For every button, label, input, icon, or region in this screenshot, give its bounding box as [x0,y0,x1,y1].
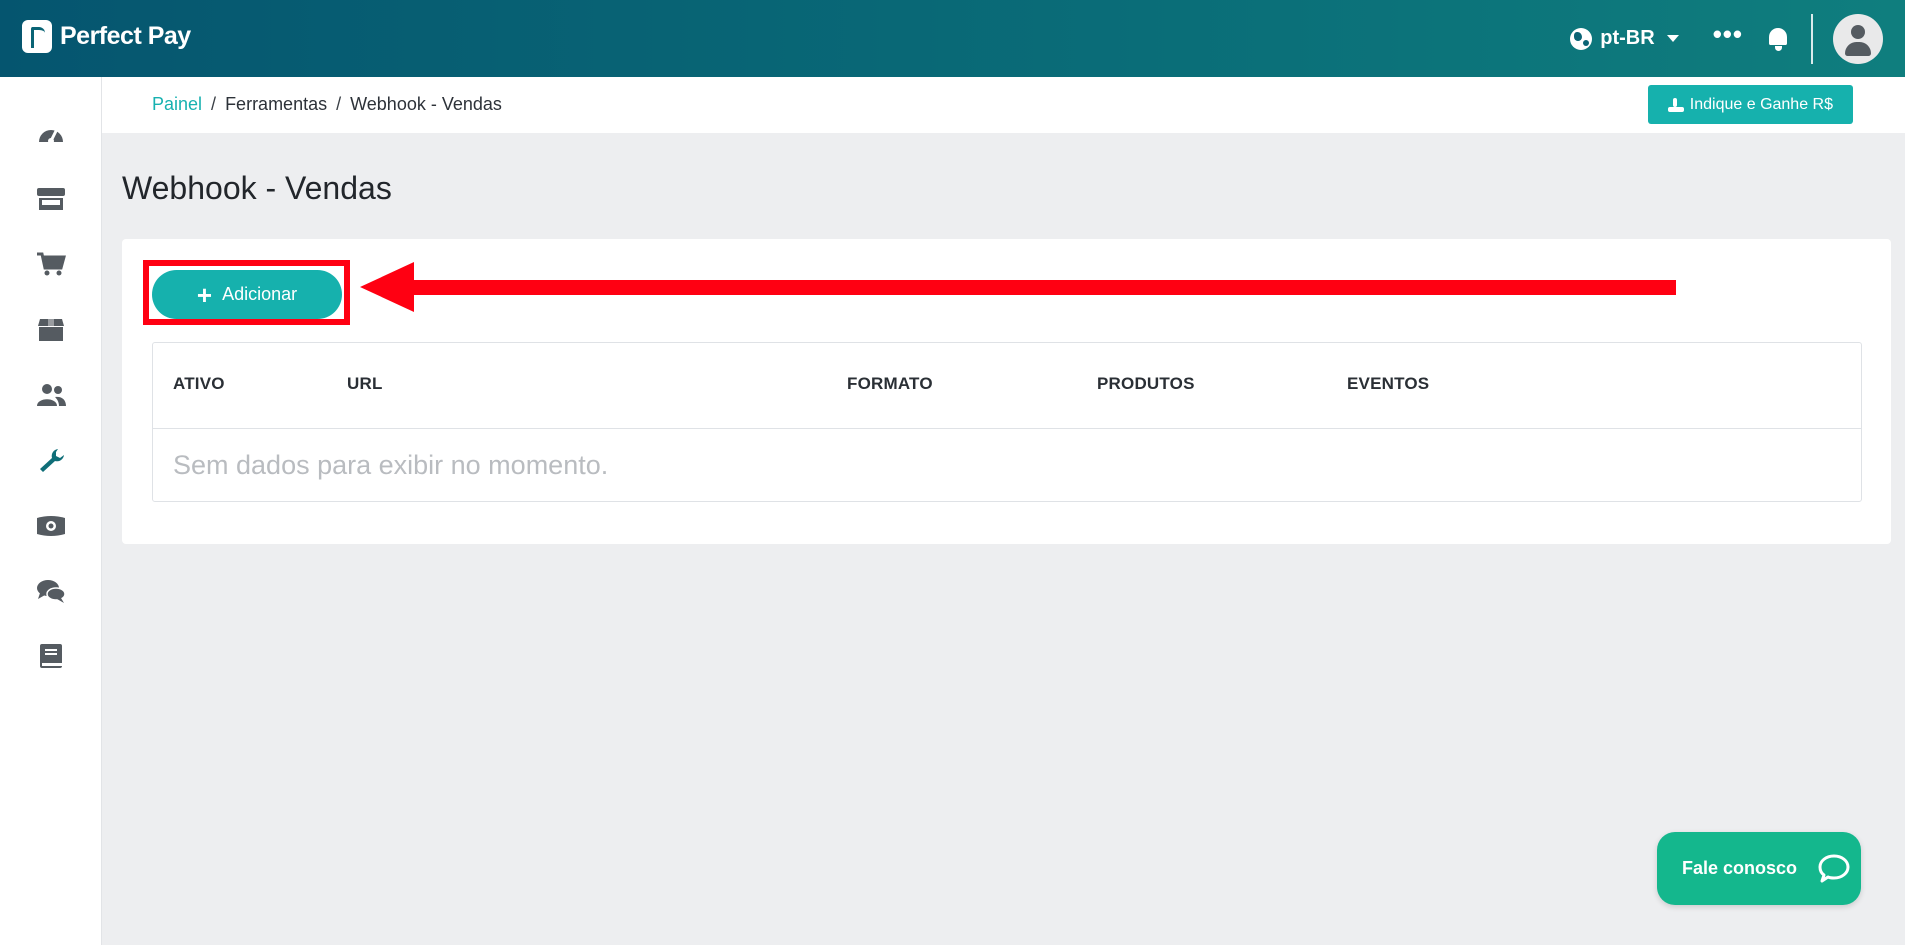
column-header-produtos: PRODUTOS [1097,374,1195,393]
column-header-url: URL [347,374,383,393]
add-button-label: Adicionar [222,284,298,304]
breadcrumb: Painel / Ferramentas / Webhook - Vendas [152,94,502,115]
sidebar [0,77,102,945]
chat-button-label: Fale conosco [1682,858,1798,878]
column-header-formato: FORMATO [847,374,933,393]
column-header-ativo: ATIVO [173,374,225,393]
add-webhook-button[interactable]: + Adicionar [152,270,342,319]
chat-bubble-icon [1817,852,1851,886]
top-right-controls: pt-BR ••• [1570,12,1883,65]
contact-chat-button[interactable]: Fale conosco [1657,832,1861,905]
shopping-cart-icon[interactable] [36,251,66,277]
ellipsis-icon[interactable]: ••• [1713,21,1743,54]
table-header: ATIVO URL FORMATO PRODUTOS EVENTOS [153,343,1861,429]
chat-bubbles-icon[interactable] [36,578,66,604]
users-icon[interactable] [36,382,66,408]
globe-icon [1570,27,1593,50]
user-avatar-icon[interactable] [1833,13,1883,64]
refer-earn-label: Indique e Ganhe R$ [1689,95,1833,113]
speedometer-icon[interactable] [36,120,66,146]
language-selector[interactable]: pt-BR [1570,27,1679,50]
breadcrumb-separator: / [211,94,217,114]
breadcrumb-bar: Painel / Ferramentas / Webhook - Vendas … [102,77,1905,133]
store-icon[interactable] [36,186,66,212]
page-title: Webhook - Vendas [122,170,392,206]
top-navbar: Perfect Pay pt-BR ••• [0,0,1905,77]
empty-state-message: Sem dados para exibir no momento. [173,450,609,480]
brand-logo[interactable]: Perfect Pay [22,20,191,53]
box-icon[interactable] [36,316,66,342]
breadcrumb-ferramentas: Ferramentas [225,94,328,114]
refer-earn-button[interactable]: Indique e Ganhe R$ [1647,85,1853,124]
breadcrumb-current: Webhook - Vendas [350,94,502,114]
column-header-eventos: EVENTOS [1347,374,1430,393]
perfectpay-logo-icon [22,20,52,53]
wrench-icon[interactable] [36,447,66,473]
plus-icon: + [196,279,213,310]
hand-coin-icon [1667,97,1684,112]
bell-icon[interactable] [1767,26,1789,52]
breadcrumb-painel[interactable]: Painel [152,94,202,115]
book-icon[interactable] [36,643,66,669]
webhook-table: ATIVO URL FORMATO PRODUTOS EVENTOS Sem d… [152,342,1862,502]
money-icon[interactable] [36,513,66,539]
breadcrumb-separator: / [336,94,342,114]
language-label: pt-BR [1600,27,1655,49]
caret-down-icon [1666,35,1679,42]
header-divider [1811,13,1813,64]
brand-name: Perfect Pay [60,22,191,50]
